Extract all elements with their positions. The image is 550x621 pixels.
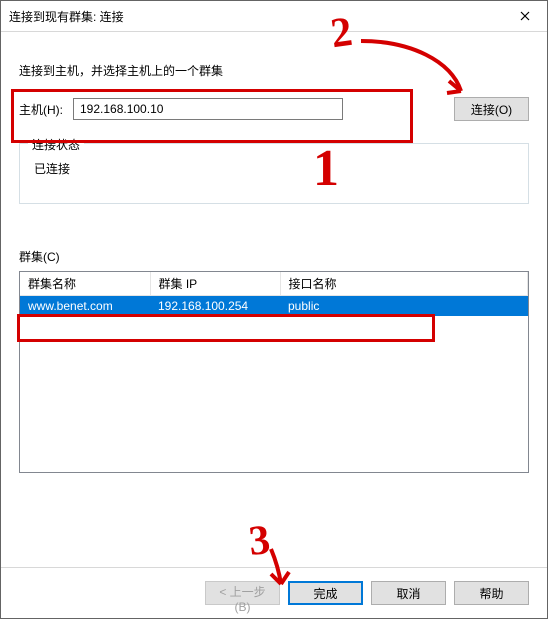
close-icon [520, 11, 530, 21]
cancel-button[interactable]: 取消 [371, 581, 446, 605]
connection-status-legend: 连接状态 [28, 136, 84, 153]
clusters-label: 群集(C) [19, 248, 529, 265]
host-row: 主机(H): 连接(O) [19, 97, 529, 121]
dialog-body: 连接到主机，并选择主机上的一个群集 主机(H): 连接(O) 连接状态 已连接 … [1, 32, 547, 473]
cell-name: www.benet.com [20, 296, 150, 317]
dialog-window: 连接到现有群集: 连接 连接到主机，并选择主机上的一个群集 主机(H): 连接(… [0, 0, 548, 619]
close-button[interactable] [502, 2, 547, 31]
annotation-number-3: 3 [247, 516, 273, 566]
lead-text: 连接到主机，并选择主机上的一个群集 [19, 62, 529, 79]
host-label: 主机(H): [19, 101, 63, 118]
clusters-table: 群集名称 群集 IP 接口名称 www.benet.com 192.168.10… [20, 272, 528, 316]
dialog-footer: < 上一步(B) 完成 取消 帮助 [1, 567, 547, 618]
connection-status-text: 已连接 [34, 160, 518, 177]
clusters-list[interactable]: 群集名称 群集 IP 接口名称 www.benet.com 192.168.10… [19, 271, 529, 473]
cell-ip: 192.168.100.254 [150, 296, 280, 317]
col-ip[interactable]: 群集 IP [150, 272, 280, 296]
help-button[interactable]: 帮助 [454, 581, 529, 605]
titlebar: 连接到现有群集: 连接 [1, 1, 547, 32]
table-header-row: 群集名称 群集 IP 接口名称 [20, 272, 528, 296]
col-iface[interactable]: 接口名称 [280, 272, 528, 296]
window-title: 连接到现有群集: 连接 [9, 8, 502, 25]
connection-status-group: 连接状态 已连接 [19, 143, 529, 204]
col-name[interactable]: 群集名称 [20, 272, 150, 296]
finish-button[interactable]: 完成 [288, 581, 363, 605]
connect-button[interactable]: 连接(O) [454, 97, 529, 121]
back-button: < 上一步(B) [205, 581, 280, 605]
table-row[interactable]: www.benet.com 192.168.100.254 public [20, 296, 528, 317]
cell-iface: public [280, 296, 528, 317]
host-input[interactable] [73, 98, 343, 120]
